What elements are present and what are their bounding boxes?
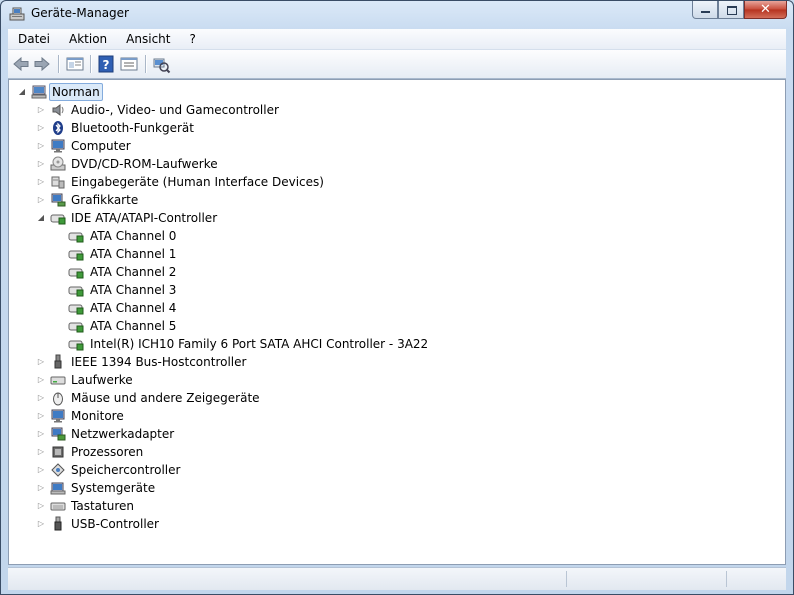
tree-device-label[interactable]: ATA Channel 2 [88, 263, 178, 281]
tree-root-label[interactable]: Norman [49, 83, 103, 101]
expand-icon[interactable]: ▷ [36, 119, 46, 137]
ata-channel-icon [68, 250, 84, 261]
svg-text:?: ? [103, 58, 110, 72]
disc-drive-icon [50, 156, 66, 171]
monitor-icon [51, 409, 65, 423]
tree-category-label[interactable]: Tastaturen [69, 497, 136, 515]
hid-icon [51, 176, 65, 189]
expand-icon[interactable]: ▷ [36, 191, 46, 209]
tree-category-label[interactable]: Eingabegeräte (Human Interface Devices) [69, 173, 326, 191]
ide-controller-icon [50, 214, 66, 225]
tree-category-label[interactable]: Audio-, Video- und Gamecontroller [69, 101, 281, 119]
minimize-icon [701, 11, 710, 13]
toolbar-separator [90, 55, 91, 73]
tree-category-label[interactable]: DVD/CD-ROM-Laufwerke [69, 155, 220, 173]
expand-icon[interactable]: ▷ [36, 443, 46, 461]
tree-category-label[interactable]: Netzwerkadapter [69, 425, 176, 443]
close-button[interactable]: ✕ [744, 1, 787, 19]
tree-category-label[interactable]: IEEE 1394 Bus-Hostcontroller [69, 353, 248, 371]
firewire-icon [54, 354, 62, 369]
menu-view[interactable]: Ansicht [116, 32, 179, 46]
tree-category-label[interactable]: Systemgeräte [69, 479, 157, 497]
status-cell [566, 571, 727, 587]
forward-arrow-icon[interactable] [32, 54, 52, 74]
expand-icon[interactable]: ▷ [36, 173, 46, 191]
maximize-button[interactable] [718, 1, 744, 19]
expand-icon[interactable]: ▷ [36, 101, 46, 119]
computer-icon [31, 85, 47, 99]
toolbar-separator [58, 55, 59, 73]
scan-hardware-icon[interactable] [151, 54, 171, 74]
tree-category-label[interactable]: IDE ATA/ATAPI-Controller [69, 209, 219, 227]
collapse-icon[interactable]: ◢ [36, 209, 46, 227]
toolbar-separator [145, 55, 146, 73]
tree-category-label[interactable]: Prozessoren [69, 443, 145, 461]
window-title: Geräte-Manager [31, 6, 129, 20]
monitor-icon [51, 139, 65, 153]
tree-category-label[interactable]: Computer [69, 137, 133, 155]
tree-device-label[interactable]: ATA Channel 3 [88, 281, 178, 299]
ata-channel-icon [68, 340, 84, 351]
tree-device-label[interactable]: ATA Channel 4 [88, 299, 178, 317]
usb-icon [54, 516, 62, 531]
ata-channel-icon [68, 322, 84, 333]
close-icon: ✕ [760, 2, 771, 17]
tree-category-label[interactable]: Mäuse und andere Zeigegeräte [69, 389, 262, 407]
tree-category-label[interactable]: Grafikkarte [69, 191, 140, 209]
disk-drive-icon [50, 376, 66, 385]
tree-category-label[interactable]: Laufwerke [69, 371, 135, 389]
bluetooth-icon [53, 121, 63, 135]
status-cell [726, 571, 785, 587]
storage-controller-icon [51, 463, 65, 477]
device-manager-icon [9, 7, 25, 21]
expand-icon[interactable]: ▷ [36, 353, 46, 371]
tree-category-label[interactable]: Monitore [69, 407, 126, 425]
tree-category-label[interactable]: Speichercontroller [69, 461, 182, 479]
menu-action[interactable]: Aktion [59, 32, 116, 46]
speaker-icon [52, 104, 64, 116]
expand-icon[interactable]: ▷ [36, 155, 46, 173]
processor-icon [52, 446, 64, 458]
system-devices-icon [50, 482, 66, 495]
tree-category-label[interactable]: Bluetooth-Funkgerät [69, 119, 196, 137]
tree-category-label[interactable]: USB-Controller [69, 515, 161, 533]
expand-icon[interactable]: ▷ [36, 137, 46, 155]
ata-channel-icon [68, 304, 84, 315]
toolbar: ? [8, 50, 786, 79]
expand-icon[interactable]: ▷ [36, 479, 46, 497]
expand-icon[interactable]: ▷ [36, 461, 46, 479]
tree-device-label[interactable]: ATA Channel 5 [88, 317, 178, 335]
tree-device-label[interactable]: Intel(R) ICH10 Family 6 Port SATA AHCI C… [88, 335, 430, 353]
help-icon[interactable]: ? [96, 54, 116, 74]
ata-channel-icon [68, 286, 84, 297]
keyboard-icon [50, 502, 66, 511]
tree-device-label[interactable]: ATA Channel 0 [88, 227, 178, 245]
caption-buttons: ✕ [692, 1, 787, 21]
collapse-icon[interactable]: ◢ [17, 83, 27, 101]
back-arrow-icon[interactable] [11, 54, 31, 74]
expand-icon[interactable]: ▷ [36, 407, 46, 425]
expand-icon[interactable]: ▷ [36, 425, 46, 443]
ata-channel-icon [68, 268, 84, 279]
mouse-icon [53, 392, 63, 406]
device-tree[interactable]: ◢ Norman ▷ Audio-, Video- und Gamecontrol… [8, 79, 786, 565]
expand-icon[interactable]: ▷ [36, 515, 46, 533]
menu-help[interactable]: ? [179, 32, 204, 46]
expand-icon[interactable]: ▷ [36, 389, 46, 407]
network-adapter-icon [51, 427, 66, 441]
title-bar[interactable]: Geräte-Manager ✕ [1, 1, 793, 27]
properties-icon[interactable] [119, 54, 139, 74]
minimize-button[interactable] [692, 1, 718, 19]
expand-icon[interactable]: ▷ [36, 497, 46, 515]
menu-file[interactable]: Datei [8, 32, 59, 46]
show-hide-console-tree-icon[interactable] [65, 54, 85, 74]
display-adapter-icon [51, 193, 66, 207]
maximize-icon [727, 6, 737, 15]
ata-channel-icon [68, 232, 84, 243]
tree-device-label[interactable]: ATA Channel 1 [88, 245, 178, 263]
menu-bar: Datei Aktion Ansicht ? [8, 29, 786, 50]
device-manager-window: Geräte-Manager ✕ Datei Aktion Ansicht ? [0, 0, 794, 595]
status-bar [8, 567, 786, 590]
expand-icon[interactable]: ▷ [36, 371, 46, 389]
